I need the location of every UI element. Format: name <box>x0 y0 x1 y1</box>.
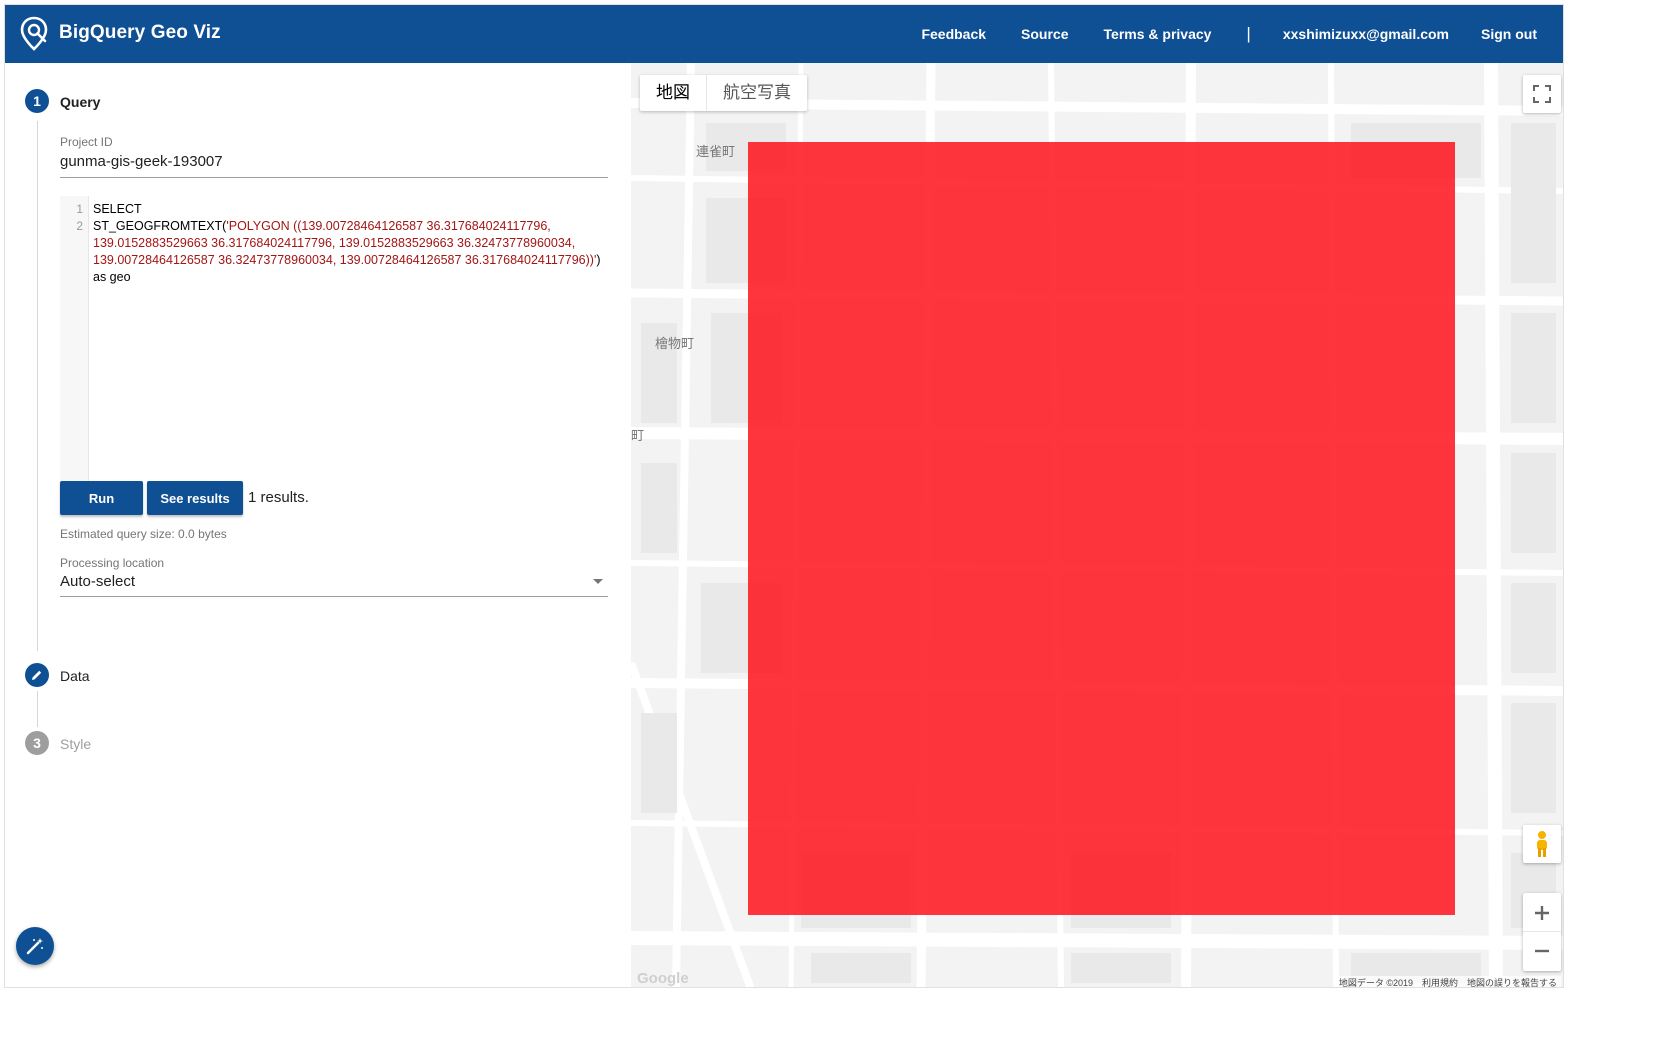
zoom-out-button[interactable] <box>1523 932 1561 970</box>
map-area[interactable]: 連雀町 檜物町 町 地図 航空写真 Google 地図データ ©2019 利用規… <box>631 63 1563 987</box>
magic-wand-icon <box>26 938 43 955</box>
step-query-number[interactable]: 1 <box>25 89 49 113</box>
processing-location-select[interactable]: Auto-select <box>60 573 608 597</box>
sql-editor[interactable]: 1 2 SELECT ST_GEOGFROMTEXT('POLYGON ((13… <box>60 196 608 481</box>
map-type-satellite-tab[interactable]: 航空写真 <box>706 75 807 111</box>
terms-privacy-link[interactable]: Terms & privacy <box>1104 26 1212 42</box>
magic-wand-fab[interactable] <box>16 927 54 965</box>
sql-code[interactable]: SELECT ST_GEOGFROMTEXT('POLYGON ((139.00… <box>89 196 608 481</box>
map-type-map-tab[interactable]: 地図 <box>640 75 706 111</box>
street-view-pegman-button[interactable] <box>1523 825 1561 863</box>
estimated-query-size: Estimated query size: 0.0 bytes <box>60 527 227 541</box>
map-attribution[interactable]: 地図データ ©2019 利用規約 地図の誤りを報告する <box>1334 976 1561 987</box>
source-link[interactable]: Source <box>1021 26 1068 42</box>
app-header: BigQuery Geo Viz Feedback Source Terms &… <box>5 5 1563 63</box>
processing-location-value: Auto-select <box>60 573 136 590</box>
fullscreen-icon <box>1533 85 1551 103</box>
pencil-icon <box>32 670 42 680</box>
user-email: xxshimizuxx@gmail.com <box>1282 26 1449 42</box>
sql-line-2: ST_GEOGFROMTEXT('POLYGON ((139.007284641… <box>93 218 608 286</box>
line-number-gutter: 1 2 <box>60 196 89 481</box>
step-data-icon[interactable] <box>25 663 49 687</box>
plus-icon <box>1535 905 1549 920</box>
dropdown-caret-icon <box>593 579 603 584</box>
project-id-label: Project ID <box>60 135 113 149</box>
place-label: 連雀町 <box>696 145 736 160</box>
place-label: 檜物町 <box>655 337 695 352</box>
sql-line-1: SELECT <box>93 202 142 216</box>
results-count: 1 results. <box>248 489 309 506</box>
step-style-number[interactable]: 3 <box>25 731 49 755</box>
step-style-label[interactable]: Style <box>60 736 91 752</box>
step-connector <box>37 121 38 651</box>
zoom-control <box>1523 893 1561 971</box>
query-result-polygon[interactable] <box>748 142 1455 915</box>
map-pin-logo-icon <box>20 16 48 51</box>
map-type-control: 地図 航空写真 <box>640 75 807 111</box>
step-query-label[interactable]: Query <box>60 94 100 110</box>
app-window: BigQuery Geo Viz Feedback Source Terms &… <box>4 4 1564 988</box>
sign-out-link[interactable]: Sign out <box>1481 26 1537 42</box>
fullscreen-button[interactable] <box>1523 75 1561 113</box>
run-button[interactable]: Run <box>60 481 143 515</box>
line-number: 2 <box>76 219 83 233</box>
step-connector <box>37 691 38 727</box>
processing-location-label: Processing location <box>60 556 165 570</box>
google-logo: Google <box>637 970 689 987</box>
place-label: 町 <box>631 429 645 444</box>
line-number: 1 <box>76 202 83 216</box>
step-data-label[interactable]: Data <box>60 668 90 684</box>
see-results-button[interactable]: See results <box>147 481 243 515</box>
project-id-input[interactable]: gunma-gis-geek-193007 <box>60 153 608 178</box>
pegman-icon <box>1537 831 1547 857</box>
sql-function: ST_GEOGFROMTEXT( <box>93 219 227 233</box>
header-nav: Feedback Source Terms & privacy | xxshim… <box>921 5 1563 63</box>
query-panel: 1 Query Project ID gunma-gis-geek-193007… <box>5 63 631 987</box>
nav-separator: | <box>1246 24 1251 43</box>
minus-icon <box>1535 949 1549 953</box>
feedback-link[interactable]: Feedback <box>921 26 986 42</box>
app-title: BigQuery Geo Viz <box>59 22 221 43</box>
zoom-in-button[interactable] <box>1523 894 1561 932</box>
